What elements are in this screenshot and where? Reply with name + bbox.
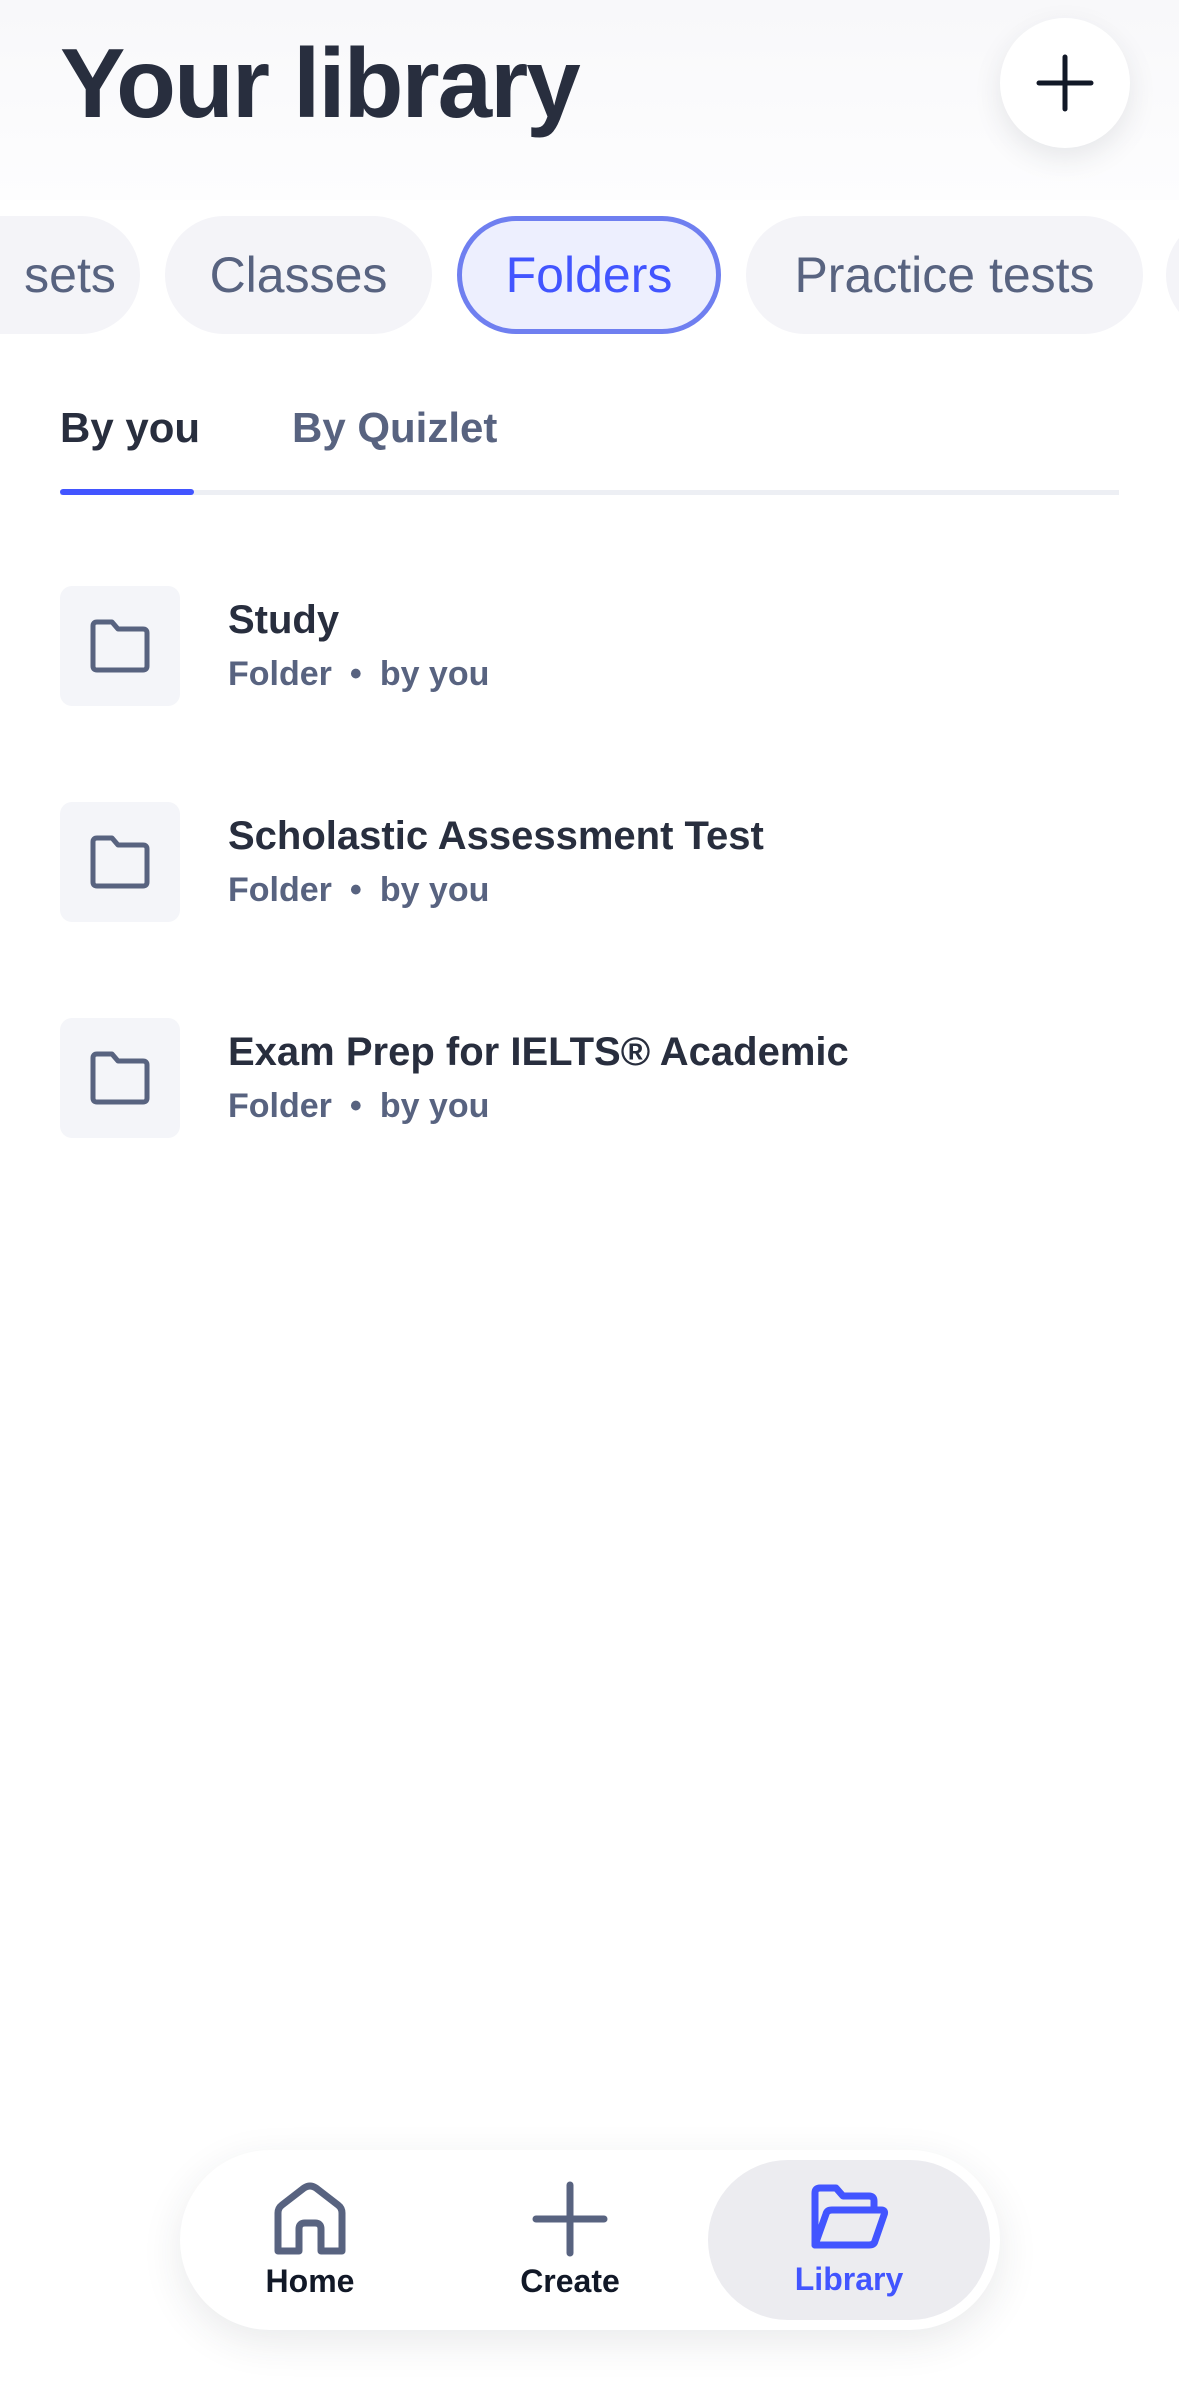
plus-icon: [1036, 54, 1094, 112]
folder-meta: Folder • by you: [228, 1082, 489, 1130]
chip-sets[interactable]: sets: [0, 216, 140, 334]
folder-thumbnail: [60, 1018, 180, 1138]
folder-title: Study: [228, 598, 340, 642]
folder-type: Folder: [228, 655, 332, 693]
folder-icon: [90, 1051, 150, 1105]
filter-chips: sets Classes Folders Practice tests: [0, 216, 1179, 334]
folder-owner: by you: [379, 655, 490, 693]
folder-list-item[interactable]: Scholastic Assessment Test Folder • by you: [60, 802, 1119, 926]
add-button[interactable]: [1000, 18, 1130, 148]
chip-practice-tests[interactable]: Practice tests: [746, 216, 1143, 334]
active-tab-indicator: [60, 489, 194, 495]
nav-create[interactable]: Create: [480, 2160, 660, 2320]
bottom-navigation: Home Create Library: [180, 2150, 1000, 2330]
meta-separator: •: [349, 871, 362, 909]
folder-owner: by you: [379, 1087, 490, 1125]
chip-folders[interactable]: Folders: [457, 216, 721, 334]
page-title: Your library: [60, 28, 581, 138]
folder-thumbnail: [60, 802, 180, 922]
folder-type: Folder: [228, 871, 332, 909]
home-icon: [274, 2182, 346, 2254]
nav-library-label: Library: [794, 2260, 904, 2297]
nav-home-label: Home: [265, 2262, 355, 2299]
tab-by-you[interactable]: By you: [60, 396, 200, 460]
folder-owner: by you: [379, 871, 490, 909]
folder-meta: Folder • by you: [228, 650, 489, 698]
nav-home[interactable]: Home: [220, 2160, 400, 2320]
owner-tabs: By you By Quizlet: [60, 396, 1119, 495]
folder-thumbnail: [60, 586, 180, 706]
chip-classes[interactable]: Classes: [165, 216, 432, 334]
folder-open-icon: [811, 2184, 889, 2248]
folder-type: Folder: [228, 1087, 332, 1125]
meta-separator: •: [349, 655, 362, 693]
nav-create-label: Create: [520, 2262, 620, 2299]
plus-icon: [532, 2181, 608, 2256]
folder-title: Exam Prep for IELTS® Academic: [228, 1030, 849, 1074]
folder-meta: Folder • by you: [228, 866, 489, 914]
tab-by-quizlet[interactable]: By Quizlet: [292, 396, 497, 460]
folder-icon: [90, 619, 150, 673]
folder-list-item[interactable]: Study Folder • by you: [60, 586, 1119, 710]
folder-icon: [90, 835, 150, 889]
meta-separator: •: [349, 1087, 362, 1125]
folder-title: Scholastic Assessment Test: [228, 814, 764, 858]
nav-library[interactable]: Library: [708, 2160, 990, 2320]
folder-list-item[interactable]: Exam Prep for IELTS® Academic Folder • by …: [60, 1018, 1119, 1142]
chip-more[interactable]: [1166, 216, 1179, 334]
